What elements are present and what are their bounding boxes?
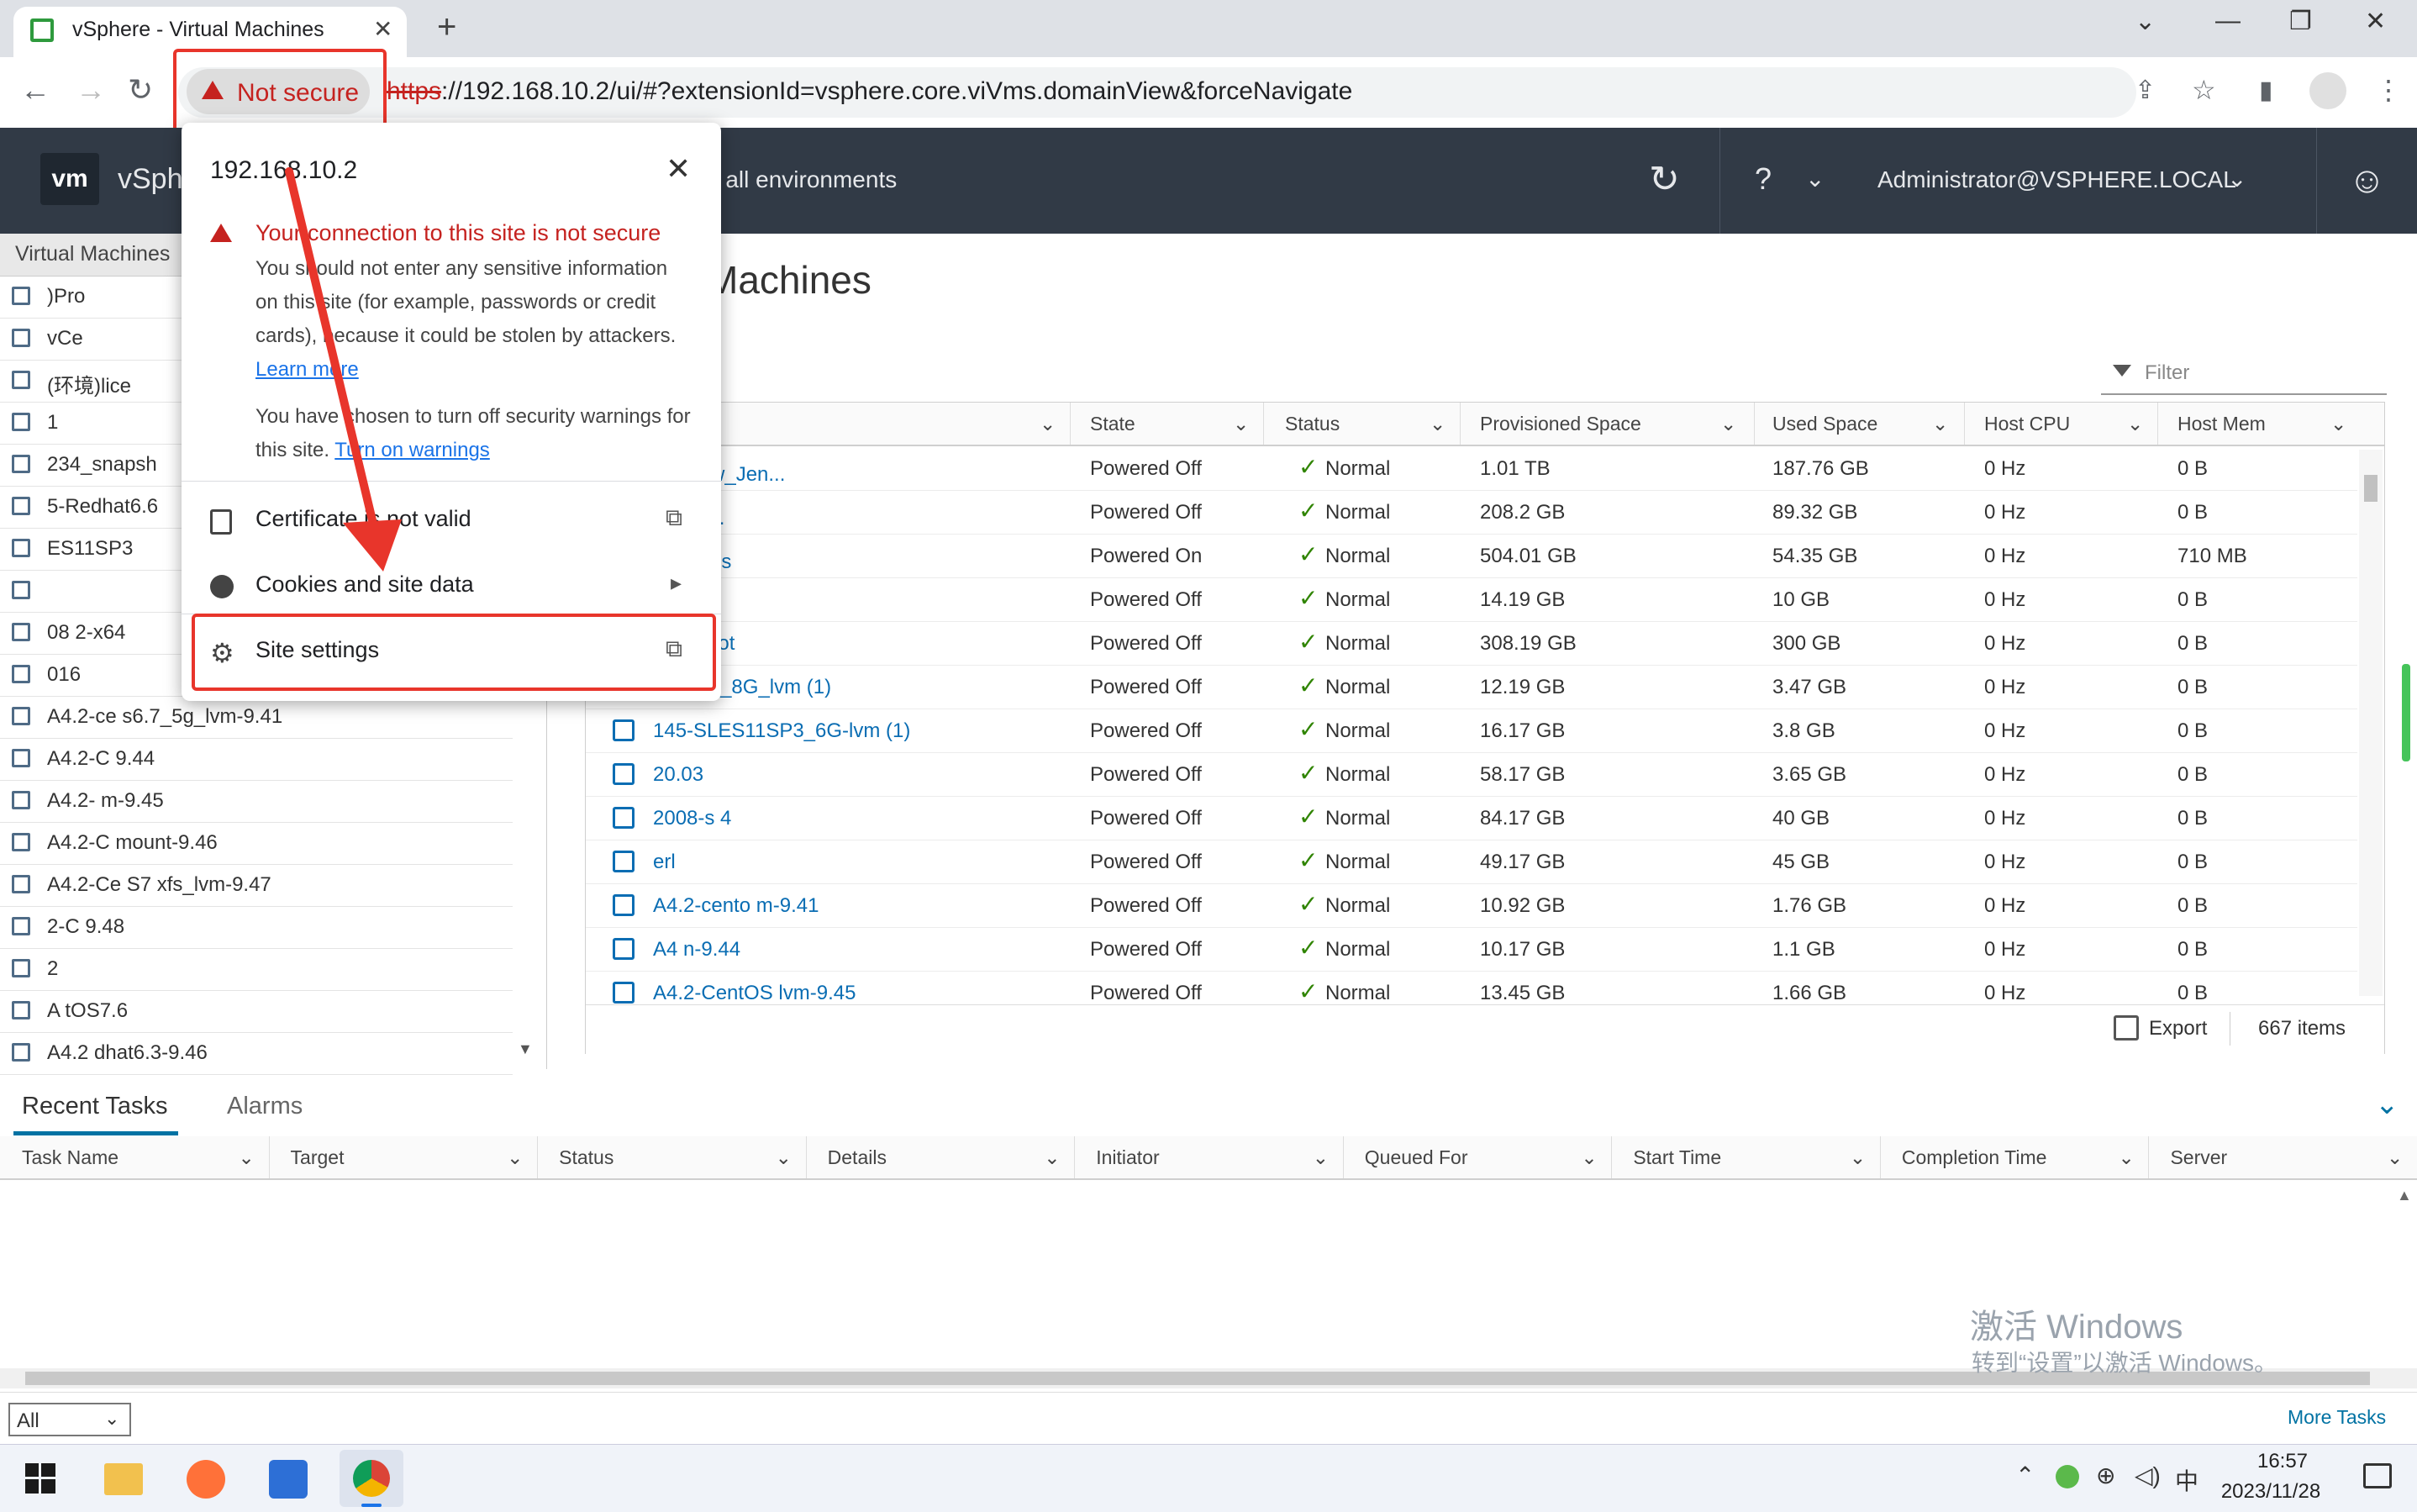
annotation-arrow [285,167,402,572]
